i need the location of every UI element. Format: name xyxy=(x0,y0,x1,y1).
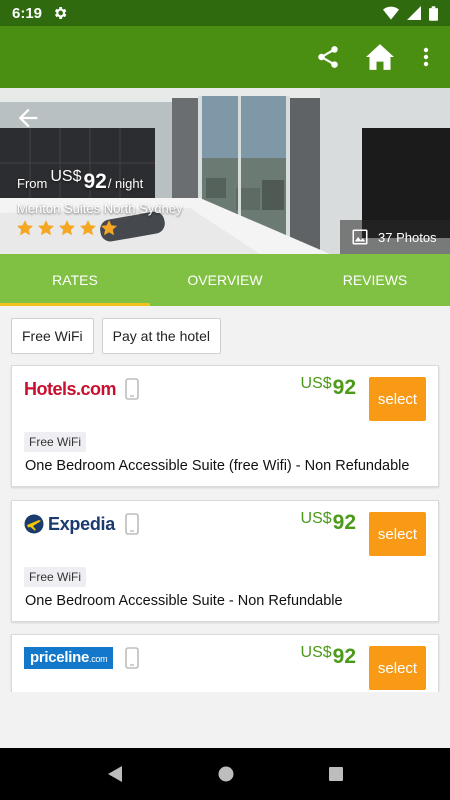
star-icon xyxy=(100,220,118,236)
filter-chips: Free WiFi Pay at the hotel xyxy=(11,318,221,354)
offer-card-hotels-com[interactable]: Hotels.com US$ 92 select Free WiFi One B… xyxy=(11,365,439,487)
hotels-com-logo: Hotels.com xyxy=(24,378,117,399)
status-bar: 6:19 xyxy=(0,0,450,26)
filter-chip-free-wifi[interactable]: Free WiFi xyxy=(11,318,94,354)
photos-button[interactable]: 37 Photos xyxy=(340,220,450,254)
more-vert-icon xyxy=(423,47,429,67)
hero-price: From US$ 92 / night xyxy=(17,168,144,194)
room-title: One Bedroom Accessible Suite (free Wifi)… xyxy=(25,458,410,474)
offer-price: US$ 92 xyxy=(300,510,356,534)
star-icon xyxy=(16,220,34,236)
offer-card-expedia[interactable]: Expedia US$ 92 select Free WiFi One Bedr… xyxy=(11,500,439,622)
room-title: One Bedroom Accessible Suite - Non Refun… xyxy=(25,593,343,609)
mobile-phone-icon xyxy=(125,513,139,535)
select-button[interactable]: select xyxy=(369,646,426,690)
share-icon xyxy=(318,46,338,68)
tab-reviews[interactable]: REVIEWS xyxy=(300,254,450,306)
offer-price: US$ 92 xyxy=(300,644,356,668)
rates-list[interactable]: Free WiFi Pay at the hotel Hotels.com US… xyxy=(0,306,450,748)
photos-count: 37 Photos xyxy=(378,229,437,245)
battery-icon xyxy=(429,5,438,21)
star-icon xyxy=(58,220,76,236)
price-currency: US$ xyxy=(50,168,82,185)
more-options-button[interactable] xyxy=(411,42,441,72)
share-button[interactable] xyxy=(313,42,343,72)
status-icons xyxy=(383,5,438,21)
mobile-phone-icon xyxy=(125,378,139,400)
mobile-phone-icon xyxy=(125,647,139,669)
photo-icon xyxy=(352,229,368,245)
hotel-hero-image[interactable]: From US$ 92 / night Meriton Suites North… xyxy=(0,88,450,254)
price-from-label: From xyxy=(17,176,48,191)
amenity-tag: Free WiFi xyxy=(24,567,86,587)
home-icon xyxy=(366,44,394,70)
price-amount: 92 xyxy=(83,170,107,193)
nav-recents-icon[interactable] xyxy=(328,766,344,782)
back-arrow-icon[interactable] xyxy=(14,104,42,132)
expedia-plane-icon xyxy=(24,514,44,534)
star-icon xyxy=(79,220,97,236)
list-bottom-fade xyxy=(0,692,450,748)
star-rating xyxy=(16,219,118,237)
filter-chip-pay-at-hotel[interactable]: Pay at the hotel xyxy=(101,318,221,354)
tab-rates[interactable]: RATES xyxy=(0,254,150,306)
signal-icon xyxy=(407,6,421,20)
offer-price: US$ 92 xyxy=(300,375,356,399)
hotel-name: Meriton Suites North Sydney xyxy=(17,201,183,216)
tab-overview[interactable]: OVERVIEW xyxy=(150,254,300,306)
home-button[interactable] xyxy=(365,42,395,72)
priceline-logo: priceline.com xyxy=(24,647,114,669)
gear-icon xyxy=(55,7,67,19)
system-nav-bar xyxy=(0,748,450,800)
expedia-logo: Expedia xyxy=(24,513,115,535)
price-per-night: / night xyxy=(107,176,144,191)
select-button[interactable]: select xyxy=(369,512,426,556)
nav-back-icon[interactable] xyxy=(106,765,124,783)
wifi-icon xyxy=(383,6,399,20)
tab-bar: RATES OVERVIEW REVIEWS xyxy=(0,254,450,306)
select-button[interactable]: select xyxy=(369,377,426,421)
status-time: 6:19 xyxy=(12,4,43,22)
nav-home-icon[interactable] xyxy=(217,765,235,783)
app-bar xyxy=(0,26,450,88)
star-icon xyxy=(37,220,55,236)
amenity-tag: Free WiFi xyxy=(24,432,86,452)
